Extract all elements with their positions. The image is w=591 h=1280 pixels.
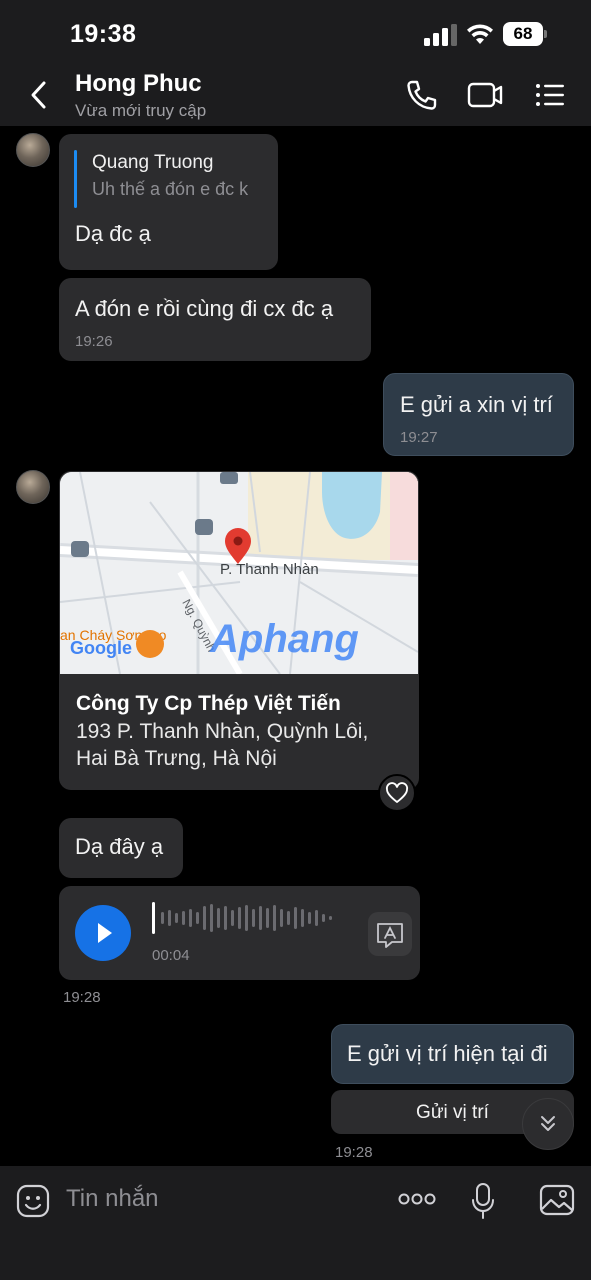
watermark: Aphang <box>209 617 359 661</box>
voice-duration: 00:04 <box>152 947 190 964</box>
quoted-text: Uh thế a đón e đc k <box>92 179 249 199</box>
voice-message[interactable]: 00:04 <box>59 886 420 980</box>
image-gallery-icon[interactable] <box>539 1184 575 1216</box>
play-button[interactable] <box>75 905 131 961</box>
battery-level: 68 <box>503 22 543 46</box>
message-text: E gửi a xin vị trí <box>400 392 553 417</box>
map-brand-label: Google <box>70 638 132 658</box>
message-time: 19:28 <box>63 989 101 1006</box>
message-input[interactable]: Tin nhắn <box>66 1185 159 1213</box>
place-name: Công Ty Cp Thép Việt Tiến <box>76 692 341 715</box>
message-input-bar: Tin nhắn <box>0 1166 591 1280</box>
message-bubble-incoming[interactable]: Dạ đây ạ <box>59 818 183 878</box>
contact-status: Vừa mới truy cập <box>75 101 207 120</box>
map-street-label: P. Thanh Nhàn <box>220 561 319 578</box>
double-chevron-down-icon <box>541 1116 555 1131</box>
message-text: E gửi vị trí hiện tại đi <box>347 1041 548 1066</box>
map-image: P. Thanh Nhàn Ng. Quỳnh an Cháy Sơn Trọ … <box>60 472 418 674</box>
avatar[interactable] <box>16 470 50 504</box>
message-list[interactable]: Quang Truong Uh thế a đón e đc k Dạ đc ạ… <box>0 126 591 1166</box>
more-options-icon[interactable] <box>398 1192 436 1206</box>
microphone-icon[interactable] <box>470 1182 496 1220</box>
message-bubble-incoming[interactable]: A đón e rồi cùng đi cx đc ạ 19:26 <box>59 278 371 361</box>
chat-header: Hong Phuc Vừa mới truy cập <box>0 64 591 126</box>
status-bar: 19:38 68 <box>0 0 591 64</box>
cellular-signal-icon <box>424 24 457 46</box>
map-preview[interactable]: P. Thanh Nhàn Ng. Quỳnh an Cháy Sơn Trọ … <box>60 472 418 674</box>
transcribe-icon <box>377 923 403 948</box>
message-text: A đón e rồi cùng đi cx đc ạ <box>75 296 334 321</box>
phone-icon[interactable] <box>405 78 437 112</box>
message-time: 19:28 <box>335 1144 373 1161</box>
message-time: 19:26 <box>75 333 113 350</box>
message-time: 19:27 <box>400 429 438 446</box>
back-icon[interactable] <box>24 78 54 112</box>
battery-icon: 68 <box>503 22 547 46</box>
react-button[interactable] <box>378 774 416 812</box>
message-text: Dạ đc ạ <box>75 221 151 246</box>
heart-icon <box>385 782 409 803</box>
quote-bar <box>74 150 77 208</box>
scroll-to-bottom-button[interactable] <box>522 1098 574 1150</box>
place-address-line-1: 193 P. Thanh Nhàn, Quỳnh Lôi, <box>76 720 369 743</box>
wifi-icon <box>467 24 493 44</box>
message-text: Dạ đây ạ <box>75 834 164 859</box>
emoji-icon[interactable] <box>16 1184 50 1218</box>
message-bubble-outgoing[interactable]: E gửi vị trí hiện tại đi <box>331 1024 574 1084</box>
avatar[interactable] <box>16 133 50 167</box>
video-call-icon[interactable] <box>467 78 503 112</box>
waveform[interactable] <box>151 900 341 936</box>
play-icon <box>98 923 112 943</box>
transcribe-button[interactable] <box>368 912 412 956</box>
menu-list-icon[interactable] <box>535 78 565 112</box>
message-bubble-outgoing[interactable]: E gửi a xin vị trí 19:27 <box>383 373 574 456</box>
status-time: 19:38 <box>70 20 137 48</box>
contact-name[interactable]: Hong Phuc <box>75 70 202 98</box>
place-address-line-2: Hai Bà Trưng, Hà Nội <box>76 747 277 770</box>
quoted-sender: Quang Truong <box>92 152 214 173</box>
message-bubble-incoming[interactable]: Quang Truong Uh thế a đón e đc k Dạ đc ạ <box>59 134 278 270</box>
